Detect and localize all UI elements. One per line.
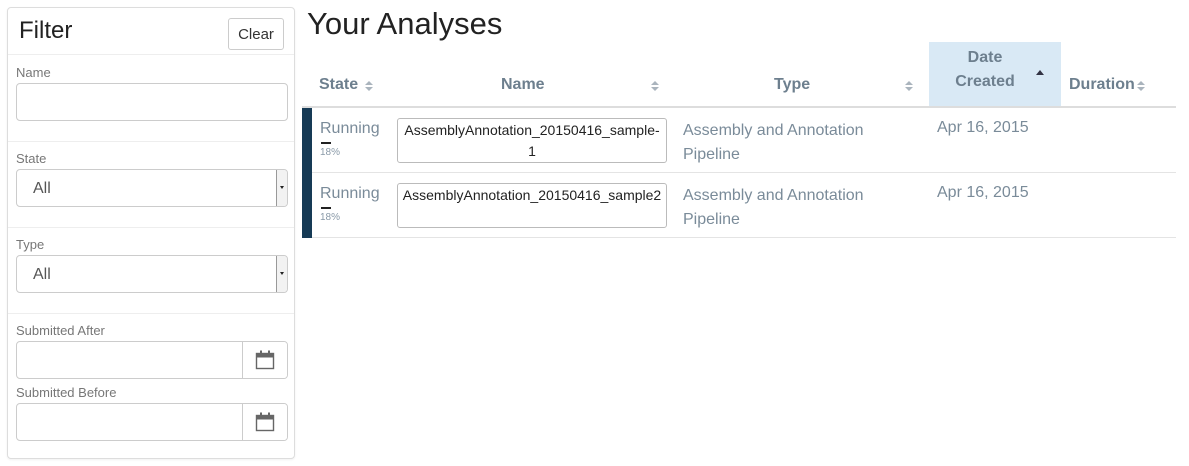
analysis-name-field[interactable]: AssemblyAnnotation_20150416_sample2 xyxy=(397,183,667,228)
submitted-before-input-group xyxy=(16,403,288,441)
sort-icon xyxy=(1137,81,1145,91)
submitted-after-input[interactable] xyxy=(17,342,243,378)
column-header-duration-label: Duration xyxy=(1069,76,1135,93)
analysis-name-field[interactable]: AssemblyAnnotation_20150416_sample-1 xyxy=(397,118,667,163)
type-filter-label: Type xyxy=(16,237,45,252)
submitted-before-label: Submitted Before xyxy=(16,385,117,400)
calendar-icon xyxy=(255,350,275,370)
progress-fill xyxy=(321,142,332,144)
progress-bar xyxy=(321,207,377,209)
type-filter-select[interactable]: All xyxy=(16,255,288,293)
submitted-after-input-group xyxy=(16,341,288,379)
type-cell: Assembly and Annotation Pipeline xyxy=(683,187,864,228)
date-created-line-1: Date xyxy=(967,49,1003,66)
page-title: Your Analyses xyxy=(307,6,503,41)
date-created-cell: Apr 16, 2015 xyxy=(937,184,1029,201)
name-filter-input[interactable] xyxy=(16,83,288,121)
state-filter-selected: All xyxy=(33,180,51,197)
progress-percent: 18% xyxy=(320,212,341,223)
table-row[interactable]: Running 18% AssemblyAnnotation_20150416_… xyxy=(302,108,1176,173)
table-header: State Name Type Date Created Duration xyxy=(302,42,1176,108)
progress-bar xyxy=(321,142,377,144)
sort-ascending-icon xyxy=(1036,70,1044,75)
type-filter-section: Type All xyxy=(8,227,294,314)
submitted-before-input[interactable] xyxy=(17,404,243,440)
name-filter-section: Name xyxy=(8,55,294,142)
type-cell: Assembly and Annotation Pipeline xyxy=(683,122,864,163)
name-filter-label: Name xyxy=(16,65,51,80)
submitted-after-label: Submitted After xyxy=(16,323,105,338)
select-arrow-icon[interactable] xyxy=(276,256,287,292)
select-arrow-icon[interactable] xyxy=(276,170,287,206)
column-header-type-label: Type xyxy=(774,76,811,93)
sort-icon xyxy=(905,81,913,91)
column-header-state-label: State xyxy=(319,76,359,93)
table-row[interactable]: Running 18% AssemblyAnnotation_20150416_… xyxy=(302,173,1176,238)
type-filter-selected: All xyxy=(33,266,51,283)
state-filter-section: State All xyxy=(8,141,294,228)
state-cell: Running xyxy=(320,120,380,137)
clear-filters-button[interactable]: Clear xyxy=(228,18,284,50)
calendar-icon xyxy=(255,412,275,432)
row-state-indicator xyxy=(302,108,312,173)
column-header-type[interactable]: Type xyxy=(672,42,928,106)
filter-header: Filter Clear xyxy=(8,8,294,55)
state-filter-label: State xyxy=(16,151,47,166)
state-filter-select[interactable]: All xyxy=(16,169,288,207)
column-header-date-created-label: Date Created xyxy=(929,46,1041,94)
date-filter-section: Submitted After Submitted Before xyxy=(8,313,294,453)
column-header-duration[interactable]: Duration xyxy=(1061,42,1176,106)
filter-title: Filter xyxy=(19,17,73,44)
submitted-before-calendar-button[interactable] xyxy=(242,404,287,440)
sort-icon xyxy=(365,81,373,91)
progress-fill xyxy=(321,207,332,209)
submitted-after-calendar-button[interactable] xyxy=(242,342,287,378)
column-header-name-label: Name xyxy=(501,76,545,93)
date-created-cell: Apr 16, 2015 xyxy=(937,119,1029,136)
sort-icon xyxy=(651,81,659,91)
column-header-date-created[interactable]: Date Created xyxy=(929,42,1061,106)
date-created-line-2: Created xyxy=(955,73,1015,90)
column-header-name[interactable]: Name xyxy=(392,42,672,106)
state-cell: Running xyxy=(320,185,380,202)
progress-percent: 18% xyxy=(320,147,341,158)
row-state-indicator xyxy=(302,173,312,238)
filter-panel: Filter Clear Name State All Type All Sub… xyxy=(7,7,295,459)
column-header-state[interactable]: State xyxy=(302,42,392,106)
